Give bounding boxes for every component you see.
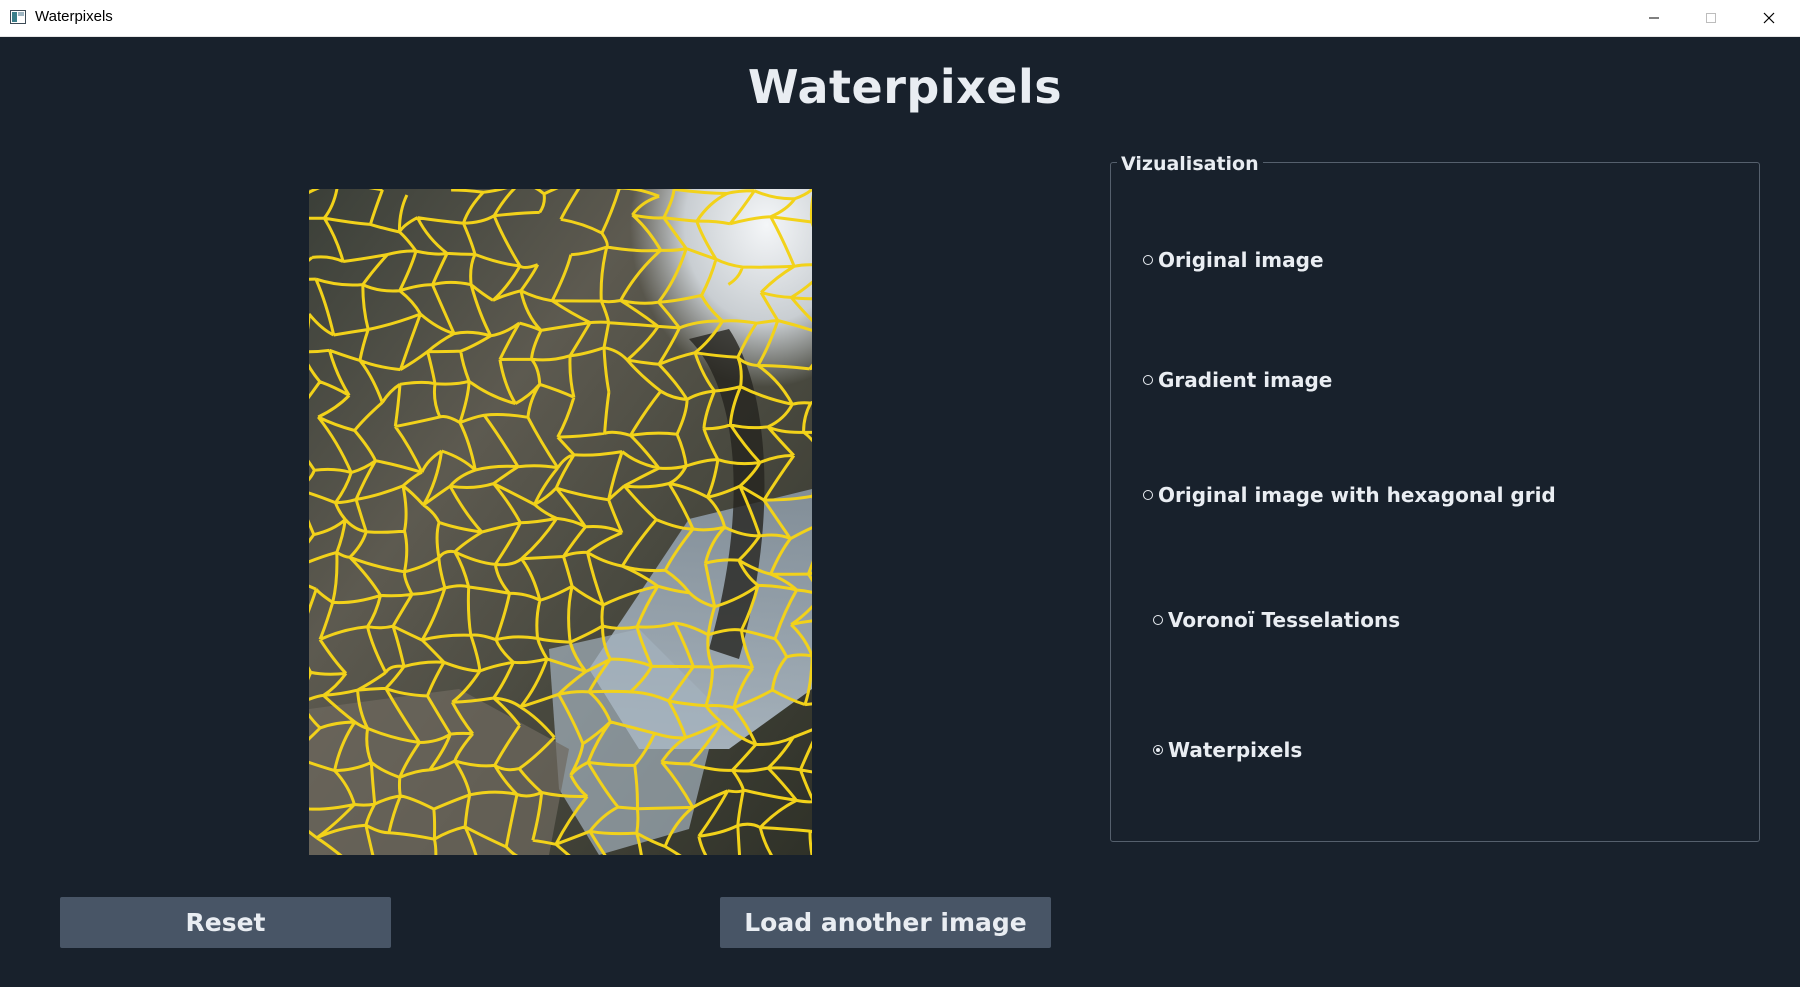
radio-hexagonal-grid[interactable]: Original image with hexagonal grid [1143, 483, 1556, 507]
radio-label: Gradient image [1158, 368, 1333, 392]
app-icon [10, 10, 26, 24]
window-title: Waterpixels [35, 8, 113, 25]
maximize-icon [1706, 13, 1716, 23]
radio-circle-icon [1143, 255, 1153, 265]
radio-gradient-image[interactable]: Gradient image [1143, 368, 1332, 392]
page-title: Waterpixels [747, 60, 1063, 114]
radio-circle-icon [1153, 615, 1163, 625]
title-bar[interactable]: Waterpixels [0, 0, 1800, 37]
visualisation-legend: Vizualisation [1117, 153, 1263, 175]
radio-checked-icon [1153, 745, 1163, 755]
radio-label: Voronoï Tesselations [1168, 608, 1401, 632]
radio-voronoi-tesselations[interactable]: Voronoï Tesselations [1153, 608, 1400, 632]
radio-label: Original image [1158, 248, 1324, 272]
close-button[interactable] [1740, 0, 1798, 36]
app-window: Waterpixels Waterpixels Vizualisation Or… [0, 0, 1800, 987]
radio-circle-icon [1143, 490, 1153, 500]
minimize-button[interactable] [1625, 0, 1683, 36]
reset-button[interactable]: Reset [60, 897, 391, 948]
maximize-button[interactable] [1682, 0, 1740, 36]
load-another-image-button[interactable]: Load another image [720, 897, 1051, 948]
radio-label: Waterpixels [1168, 738, 1303, 762]
radio-original-image[interactable]: Original image [1143, 248, 1324, 272]
waterpixels-image [309, 189, 812, 855]
radio-label: Original image with hexagonal grid [1158, 483, 1556, 507]
radio-circle-icon [1143, 375, 1153, 385]
close-icon [1763, 12, 1775, 24]
minimize-icon [1649, 17, 1659, 19]
radio-waterpixels[interactable]: Waterpixels [1153, 738, 1302, 762]
